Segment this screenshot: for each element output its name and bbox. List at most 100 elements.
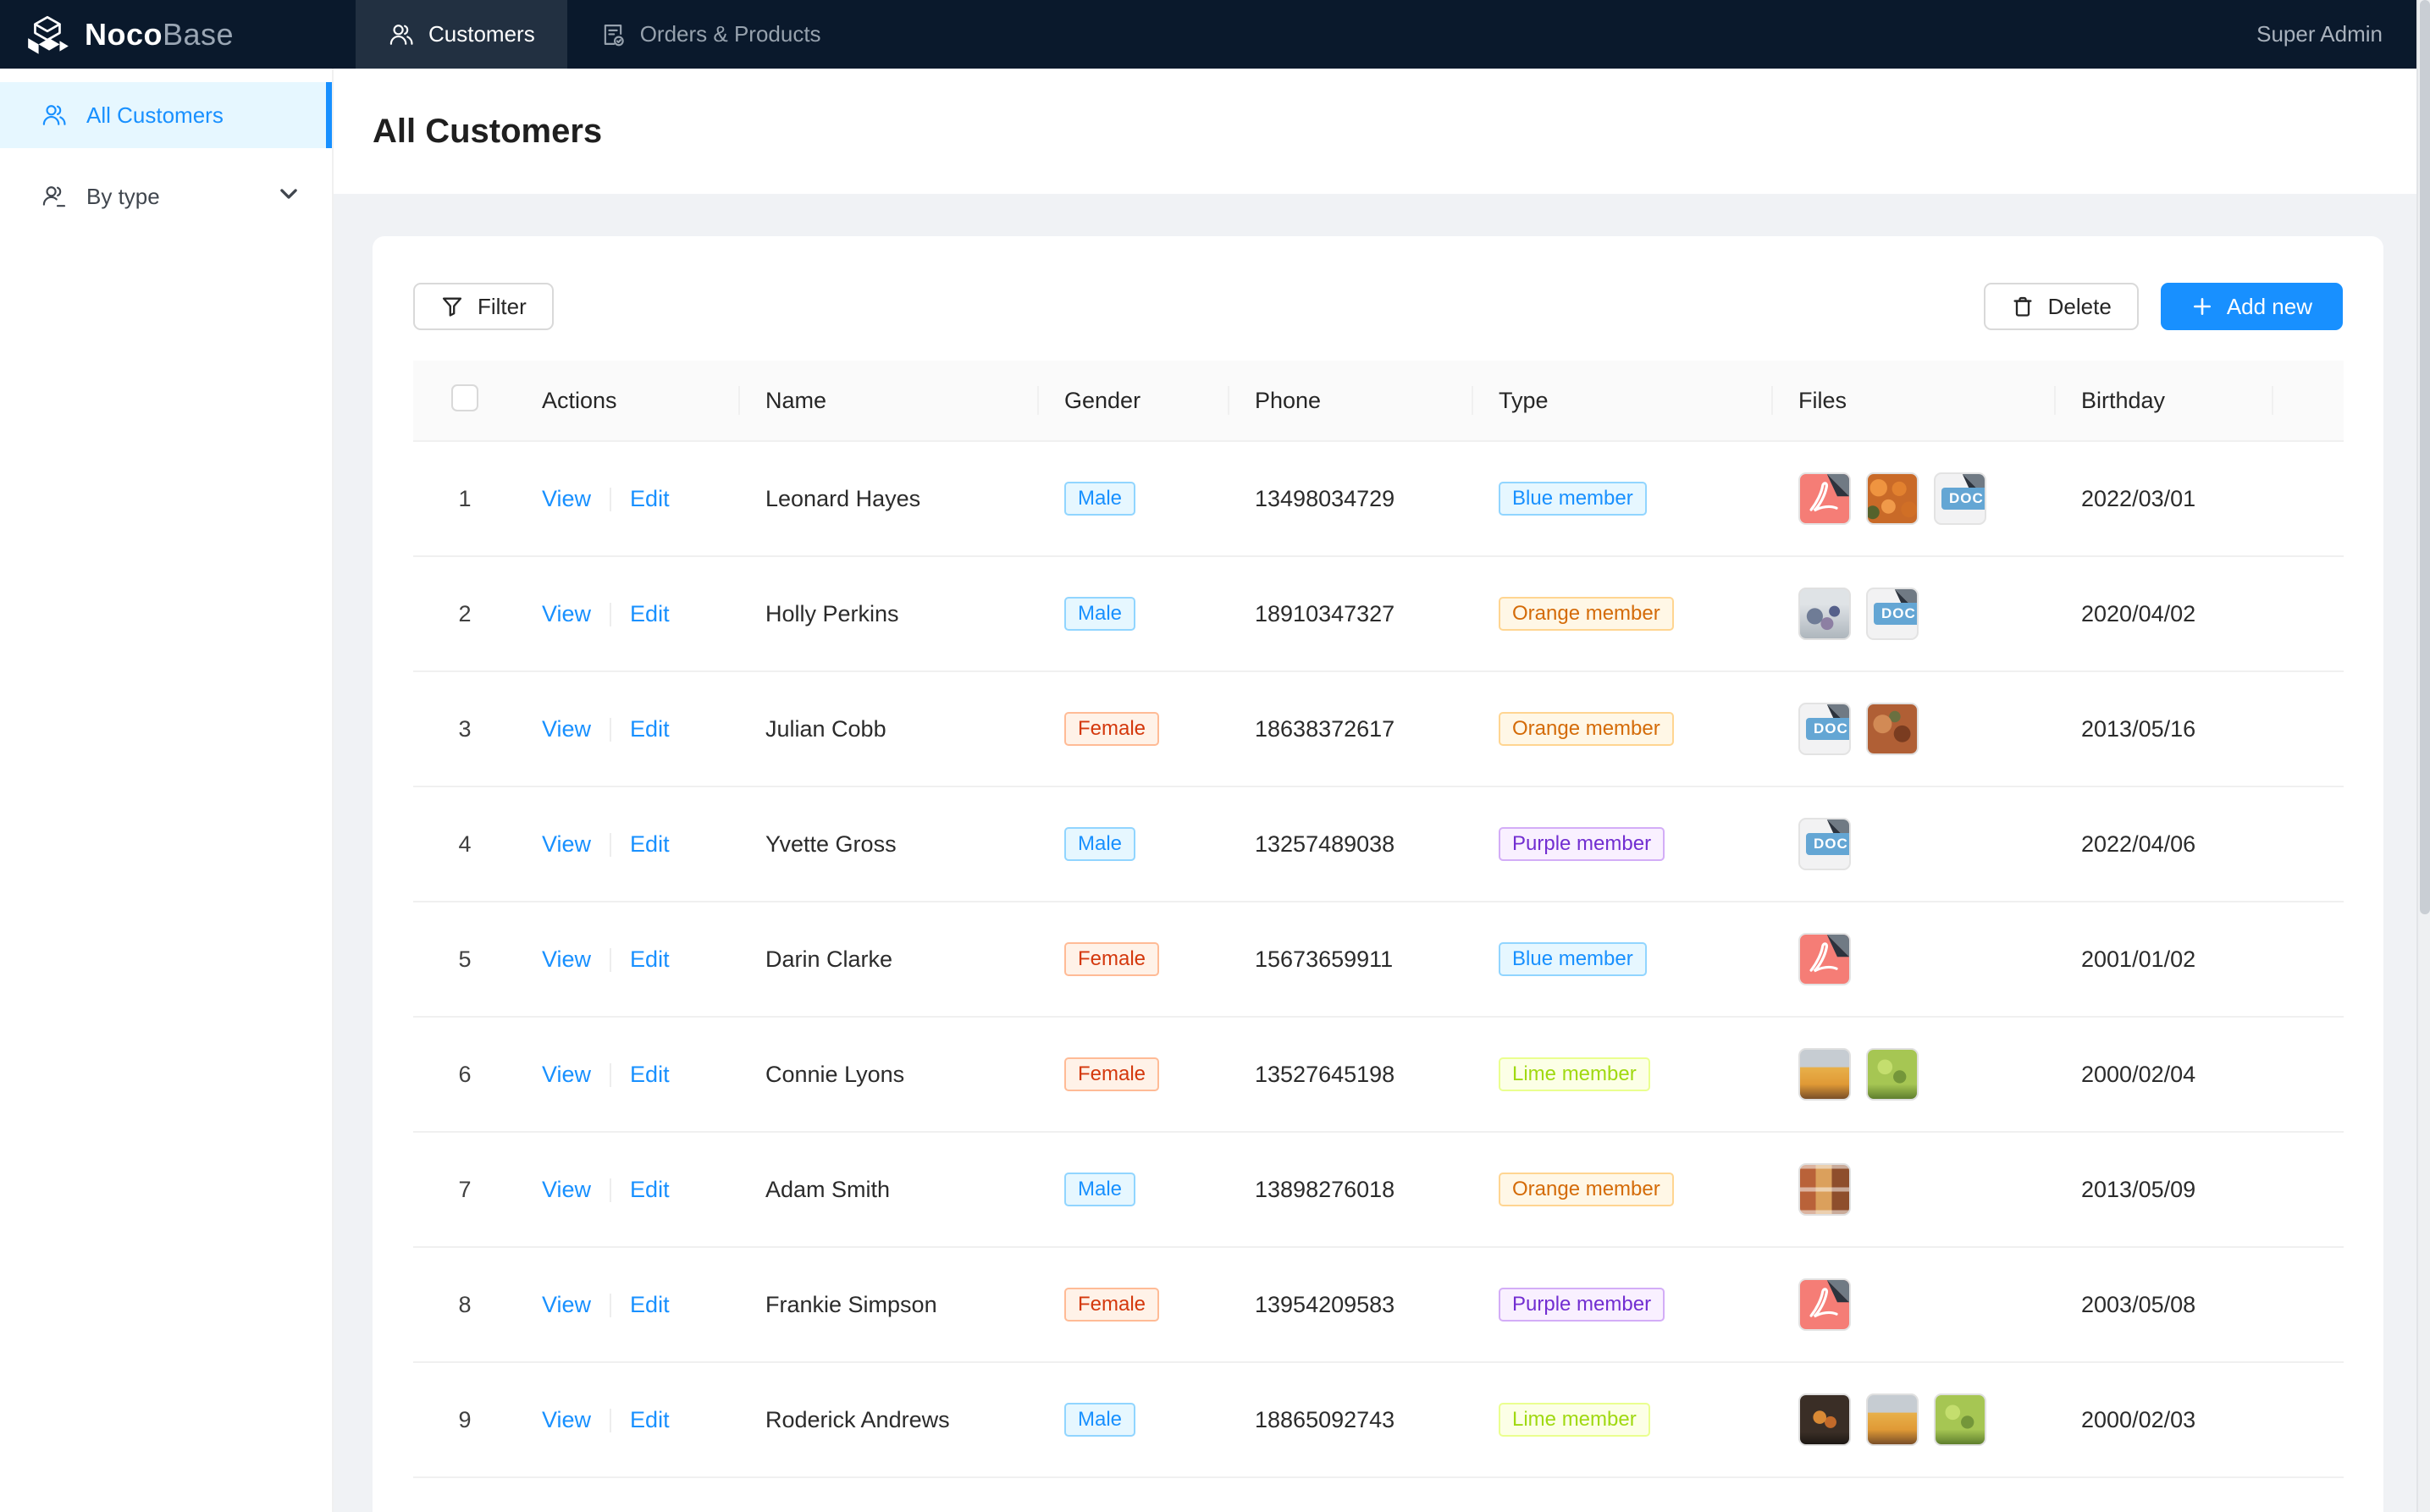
select-all-checkbox[interactable] <box>451 384 478 411</box>
image-thumbnail[interactable] <box>1866 472 1919 525</box>
image-thumbnail[interactable] <box>1798 1163 1851 1216</box>
table-row: 8 ViewEdit Frankie Simpson Female 139542… <box>413 1247 2344 1362</box>
actions-divider <box>610 718 611 742</box>
doc-file-icon[interactable]: DOC <box>1798 703 1851 755</box>
view-link[interactable]: View <box>542 1407 591 1432</box>
customers-table-card: Filter Delete Add new <box>373 236 2383 1512</box>
header-cell-birthday: Birthday <box>2056 361 2273 441</box>
row-actions-cell: View Edit <box>516 1017 740 1132</box>
image-thumbnail[interactable] <box>1866 1393 1919 1446</box>
row-gender-cell: Male <box>1039 556 1229 671</box>
nav-tab-orders-products[interactable]: Orders & Products <box>567 0 853 69</box>
row-extra-cell <box>2273 441 2344 556</box>
nav-tab-label: Orders & Products <box>640 21 821 47</box>
row-name-cell: Frankie Simpson <box>740 1247 1039 1362</box>
image-thumbnail[interactable] <box>1866 1048 1919 1101</box>
add-new-button-label: Add new <box>2227 294 2312 320</box>
view-link[interactable]: View <box>542 1177 591 1202</box>
table-row: 5 ViewEdit Darin Clarke Female 156736599… <box>413 902 2344 1017</box>
image-thumbnail[interactable] <box>1798 588 1851 640</box>
sidebar-item-all-customers[interactable]: All Customers <box>0 82 332 148</box>
table-body: 1 ViewEdit Leonard Hayes Male 1349803472… <box>413 441 2344 1477</box>
view-link[interactable]: View <box>542 486 591 511</box>
row-number: 8 <box>458 1292 471 1317</box>
logo-secondary-text: Base <box>163 17 234 52</box>
customer-name: Roderick Andrews <box>765 1407 950 1432</box>
edit-link[interactable]: Edit <box>630 1407 670 1432</box>
filter-button[interactable]: Filter <box>413 283 554 330</box>
filter-funnel-icon <box>440 295 464 318</box>
content-area: Filter Delete Add new <box>334 194 2416 1512</box>
app-window: NocoBase Customers Orders & P <box>0 0 2416 1512</box>
image-thumbnail[interactable] <box>1866 703 1919 755</box>
row-gender-cell: Male <box>1039 1132 1229 1247</box>
pdf-file-icon[interactable] <box>1798 472 1851 525</box>
row-name-cell: Yvette Gross <box>740 786 1039 902</box>
row-phone-cell: 15673659911 <box>1229 902 1473 1017</box>
row-type-cell: Blue member <box>1473 902 1773 1017</box>
actions-divider <box>610 488 611 511</box>
nav-tab-customers[interactable]: Customers <box>356 0 567 69</box>
row-birthday-cell: 2022/04/06 <box>2056 786 2273 902</box>
add-new-button[interactable]: Add new <box>2161 283 2343 330</box>
member-type-tag: Orange member <box>1499 597 1674 631</box>
doc-file-icon[interactable]: DOC <box>1798 818 1851 870</box>
view-link[interactable]: View <box>542 716 591 742</box>
edit-link[interactable]: Edit <box>630 946 670 972</box>
row-number: 4 <box>458 831 471 857</box>
doc-file-icon[interactable]: DOC <box>1934 472 1986 525</box>
row-index-cell: 7 <box>413 1132 516 1247</box>
row-actions-cell: View Edit <box>516 1362 740 1477</box>
current-user-menu[interactable]: Super Admin <box>2256 21 2383 47</box>
files-list <box>1798 1048 2056 1101</box>
customer-name: Darin Clarke <box>765 946 892 972</box>
pdf-file-icon[interactable] <box>1798 933 1851 985</box>
view-link[interactable]: View <box>542 946 591 972</box>
row-number: 7 <box>458 1177 471 1202</box>
table-row: 7 ViewEdit Adam Smith Male 13898276018 O… <box>413 1132 2344 1247</box>
gender-tag: Male <box>1064 597 1135 631</box>
edit-link[interactable]: Edit <box>630 831 670 857</box>
row-index-cell: 6 <box>413 1017 516 1132</box>
edit-link[interactable]: Edit <box>630 716 670 742</box>
image-thumbnail[interactable] <box>1934 1393 1986 1446</box>
row-birthday-cell: 2001/01/02 <box>2056 902 2273 1017</box>
nav-tab-label: Customers <box>428 21 535 47</box>
sidebar-item-by-type[interactable]: By type <box>0 163 332 229</box>
scrollbar-thumb[interactable] <box>2420 0 2430 914</box>
customer-phone: 13898276018 <box>1255 1177 1394 1202</box>
app-logo[interactable]: NocoBase <box>0 0 356 69</box>
table-row: 4 ViewEdit Yvette Gross Male 13257489038… <box>413 786 2344 902</box>
view-link[interactable]: View <box>542 831 591 857</box>
pdf-file-icon[interactable] <box>1798 1278 1851 1331</box>
view-link[interactable]: View <box>542 1292 591 1317</box>
row-number: 9 <box>458 1407 471 1432</box>
order-check-icon <box>599 21 627 48</box>
row-extra-cell <box>2273 1247 2344 1362</box>
edit-link[interactable]: Edit <box>630 1062 670 1087</box>
view-link[interactable]: View <box>542 601 591 626</box>
edit-link[interactable]: Edit <box>630 486 670 511</box>
delete-button[interactable]: Delete <box>1984 283 2139 330</box>
customer-name: Frankie Simpson <box>765 1292 937 1317</box>
plus-icon <box>2191 295 2213 317</box>
header-cell-gender: Gender <box>1039 361 1229 441</box>
chevron-down-icon[interactable] <box>278 183 300 211</box>
row-type-cell: Blue member <box>1473 441 1773 556</box>
page-scrollbar[interactable] <box>2416 0 2430 1512</box>
row-extra-cell <box>2273 1017 2344 1132</box>
header-cell-phone: Phone <box>1229 361 1473 441</box>
image-thumbnail[interactable] <box>1798 1048 1851 1101</box>
customer-birthday: 2022/03/01 <box>2081 486 2195 511</box>
edit-link[interactable]: Edit <box>630 601 670 626</box>
edit-link[interactable]: Edit <box>630 1292 670 1317</box>
view-link[interactable]: View <box>542 1062 591 1087</box>
image-thumbnail[interactable] <box>1798 1393 1851 1446</box>
edit-link[interactable]: Edit <box>630 1177 670 1202</box>
logo-primary-text: Noco <box>85 17 163 52</box>
row-number: 3 <box>458 716 471 742</box>
row-gender-cell: Male <box>1039 441 1229 556</box>
doc-file-icon[interactable]: DOC <box>1866 588 1919 640</box>
people-minus-icon <box>41 183 68 210</box>
row-name-cell: Leonard Hayes <box>740 441 1039 556</box>
